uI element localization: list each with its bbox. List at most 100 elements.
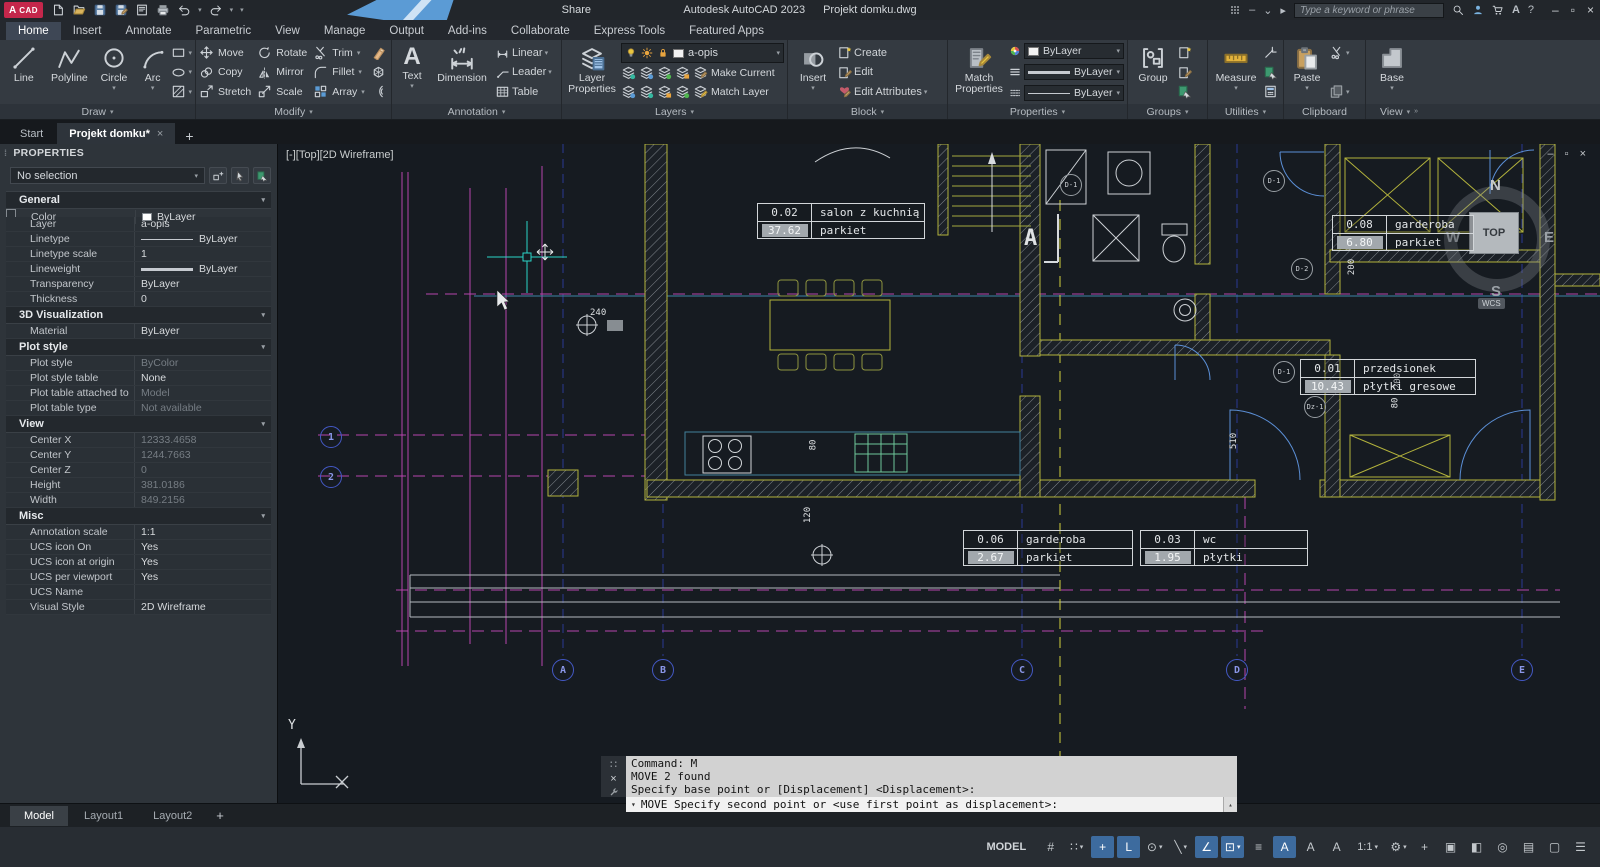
workspace-chevron-icon[interactable]: ⌄ [1263,4,1272,17]
group-edit-icon[interactable] [1177,64,1192,81]
drawing-canvas[interactable]: [-][Top][2D Wireframe] – ▫ × N W E S TOP… [278,144,1600,803]
toggle-pickadd-icon[interactable] [209,167,227,184]
layers-panel-label[interactable]: Layers▾ [562,104,787,119]
offset-button[interactable] [371,82,386,101]
viewport-minimize-icon[interactable]: – [1548,148,1554,160]
redo-icon[interactable] [209,3,223,17]
annotation-monitor-icon[interactable]: + [1413,836,1436,858]
group-button[interactable]: Group [1131,42,1175,102]
trim-button[interactable]: Trim▾ [313,43,365,62]
command-expand-icon[interactable]: ▴ [1223,797,1237,812]
viewport-controls[interactable]: [-][Top][2D Wireframe] [286,149,394,161]
clean-screen-icon[interactable]: ▢ [1543,836,1566,858]
array-button[interactable]: Array▾ [313,82,365,101]
ribbon-tab[interactable]: View [263,22,312,40]
object-snap-tracking-icon[interactable]: ∠ [1195,836,1218,858]
ribbon-tab[interactable]: Manage [312,22,378,40]
scale-button[interactable]: Scale [257,82,307,101]
file-tab-document[interactable]: Projekt domku*× [57,123,175,144]
group-selection-icon[interactable] [1177,83,1192,100]
quick-properties-icon[interactable]: ▣ [1439,836,1462,858]
id-point-icon[interactable] [1263,44,1278,61]
workspace-minus-icon[interactable]: – [1249,4,1255,16]
layer-dropdown[interactable]: a-opis ▾ [621,43,784,63]
quick-calculator-icon[interactable] [1263,83,1278,100]
copy-clip-icon[interactable]: ▾ [1329,83,1350,100]
base-button[interactable]: Base▾ [1369,42,1415,102]
ribbon-tab[interactable]: Featured Apps [677,22,776,40]
layer-properties-button[interactable]: Layer Properties [565,42,619,102]
move-button[interactable]: Move [199,43,251,62]
viewport-restore-icon[interactable]: ▫ [1565,148,1569,160]
palette-section-header[interactable]: General▾ [6,192,271,209]
layer-thaw-icon[interactable] [657,84,672,99]
dynamic-input-icon[interactable]: + [1091,836,1114,858]
copy-button[interactable]: Copy [199,63,251,82]
properties-panel-label[interactable]: Properties▾ [948,104,1127,119]
groups-panel-label[interactable]: Groups▾ [1128,104,1207,119]
make-current-button[interactable]: Make Current [693,63,775,82]
snap-mode-icon[interactable]: ∷ ▾ [1065,836,1088,858]
print-icon[interactable] [156,3,170,17]
plot-icon[interactable] [135,3,149,17]
command-options-icon[interactable]: ▾ [631,800,636,809]
erase-button[interactable] [371,43,386,62]
save-as-icon[interactable] [114,3,128,17]
select-objects-icon[interactable] [231,167,249,184]
file-tab-start[interactable]: Start [8,123,55,144]
cut-icon[interactable]: ▾ [1329,44,1350,61]
workspace-switching-icon[interactable]: ⚙ ▾ [1387,836,1410,858]
measure-button[interactable]: Measure▾ [1211,42,1261,102]
search-expand-icon[interactable]: ▸ [1280,4,1286,17]
explode-button[interactable] [371,63,386,82]
open-file-icon[interactable] [72,3,86,17]
grid-display-icon[interactable]: # [1039,836,1062,858]
clipboard-panel-label[interactable]: Clipboard [1284,104,1365,119]
view-panel-label[interactable]: View▾» [1366,104,1600,119]
save-icon[interactable] [93,3,107,17]
stretch-button[interactable]: Stretch [199,82,251,101]
layout-tab[interactable]: Layout2 [139,806,206,826]
minimize-button[interactable]: – [1552,3,1559,17]
model-space-button[interactable]: MODEL [986,841,1026,853]
dimension-button[interactable]: Dimension [431,42,493,102]
rotate-button[interactable]: Rotate [257,43,307,62]
block-create-button[interactable]: Create [837,44,927,61]
ribbon-tab[interactable]: Output [377,22,436,40]
view-cube-top-face[interactable]: TOP [1469,212,1519,254]
palette-section-header[interactable]: 3D Visualization▾ [6,307,271,324]
annotation-panel-label[interactable]: Annotation▾ [392,104,561,119]
ungroup-icon[interactable] [1177,44,1192,61]
layout-tab[interactable]: Layout1 [70,806,137,826]
edit-attributes-button[interactable]: Edit Attributes▾ [837,83,927,100]
sign-in-icon[interactable] [1472,4,1484,16]
paste-button[interactable]: Paste▾ [1287,42,1327,102]
compass-north-label[interactable]: N [1490,177,1501,194]
layer-unisolate-icon[interactable] [639,84,654,99]
lineweight-display-icon[interactable]: ≡ [1247,836,1270,858]
polyline-button[interactable]: Polyline [47,42,93,102]
palette-title[interactable]: ⁞PROPERTIES [0,144,277,162]
search-input[interactable] [1294,3,1444,18]
object-color-dropdown[interactable]: ByLayer▾ [1024,43,1124,59]
layout-tab[interactable]: + [208,806,232,825]
linetype-dropdown[interactable]: ByLayer▾ [1024,85,1124,101]
ortho-mode-icon[interactable]: L [1117,836,1140,858]
annotation-autoscale-icon[interactable]: A [1299,836,1322,858]
palette-section-header[interactable]: Plot style▾ [6,339,271,356]
isometric-drafting-icon[interactable]: ╲ ▾ [1169,836,1192,858]
customization-icon[interactable]: ☰ [1569,836,1592,858]
quick-select-icon[interactable] [253,167,271,184]
keypad-icon[interactable] [1229,4,1241,16]
layer-on-icon[interactable] [621,84,636,99]
hardware-acceleration-icon[interactable]: ▤ [1517,836,1540,858]
fillet-button[interactable]: Fillet▾ [313,63,365,82]
layer-lock-tool-icon[interactable] [675,65,690,80]
linear-button[interactable]: Linear▾ [495,44,552,61]
search-icon[interactable] [1452,4,1464,16]
ribbon-tab[interactable]: Collaborate [499,22,582,40]
block-edit-button[interactable]: Edit [837,64,927,81]
command-grip-icon[interactable]: ∷ [610,758,617,771]
arc-button[interactable]: Arc▾ [136,42,170,102]
ellipse-button[interactable]: ▾ [171,64,192,81]
